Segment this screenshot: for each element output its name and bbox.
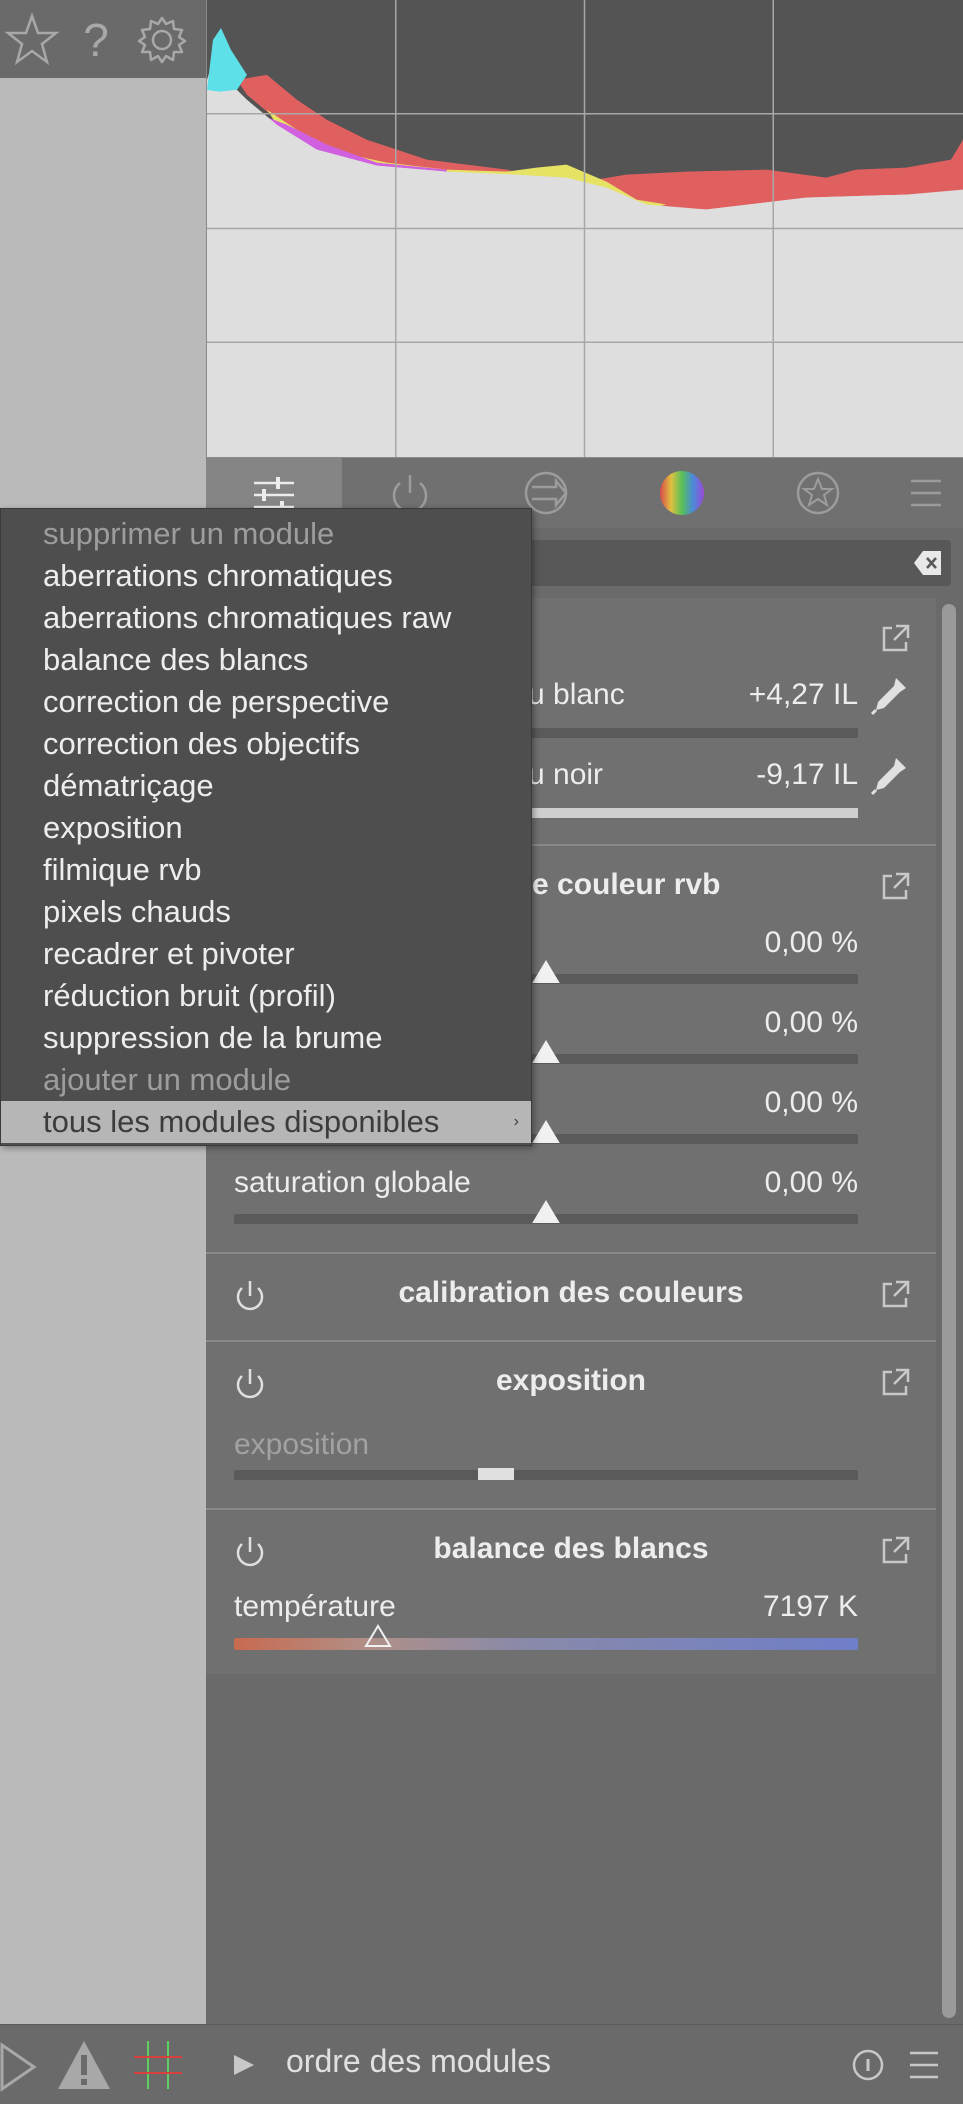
tab-color[interactable] <box>614 458 750 528</box>
menu-item[interactable]: recadrer et pivoter <box>1 933 531 975</box>
eyedropper-icon[interactable] <box>868 674 910 716</box>
menu-item[interactable]: pixels chauds <box>1 891 531 933</box>
slider-value: 0,00 % <box>764 1086 858 1119</box>
popout-icon[interactable] <box>878 622 912 656</box>
module-context-menu: supprimer un module aberrations chromati… <box>0 508 532 1146</box>
black-exposure-fill <box>527 808 858 818</box>
slider-label: u blanc <box>528 678 625 711</box>
slider-value: 0,00 % <box>764 1006 858 1039</box>
info-icon[interactable] <box>844 2035 892 2095</box>
menu-item[interactable]: balance des blancs <box>1 639 531 681</box>
slider-marker[interactable] <box>532 960 560 984</box>
help-icon[interactable]: ? <box>66 10 126 70</box>
menu-item[interactable]: réduction bruit (profil) <box>1 975 531 1017</box>
menu-item[interactable]: aberrations chromatiques <box>1 555 531 597</box>
eyedropper-icon[interactable] <box>868 754 910 796</box>
submenu-arrow-icon: › <box>513 1113 519 1130</box>
bottom-bar: ordre des modules <box>0 2024 963 2104</box>
gamut-warning-icon[interactable] <box>54 2035 114 2095</box>
menu-item-all-modules[interactable]: tous les modules disponibles › <box>1 1101 531 1143</box>
module-header[interactable]: calibration des couleurs <box>206 1254 936 1334</box>
menu-item-label: tous les modules disponibles <box>43 1104 440 1139</box>
gear-icon[interactable] <box>132 10 192 70</box>
menu-item-add-module: ajouter un module <box>43 1062 292 1097</box>
help-glyph: ? <box>83 14 109 66</box>
module-title: exposition <box>495 1364 646 1397</box>
module-panel-scrollbar[interactable] <box>942 604 956 2018</box>
slider-value: 0,00 % <box>764 926 858 959</box>
exposure-slider[interactable] <box>234 1468 858 1480</box>
menu-item[interactable]: correction de perspective <box>1 681 531 723</box>
slider-label: saturation globale <box>234 1166 471 1199</box>
slider-marker[interactable] <box>532 1040 560 1064</box>
black-exposure-value: -9,17 IL <box>756 758 858 791</box>
popout-icon[interactable] <box>878 1278 912 1312</box>
star-icon[interactable] <box>2 10 62 70</box>
soft-proof-icon[interactable] <box>0 2035 50 2095</box>
slider-label: exposition <box>234 1428 370 1461</box>
temperature-slider[interactable] <box>234 1624 858 1650</box>
slider-value: 0,00 % <box>764 1166 858 1199</box>
menu-item[interactable]: dématriçage <box>1 765 531 807</box>
popout-icon[interactable] <box>878 870 912 904</box>
menu-item[interactable]: suppression de la brume <box>1 1017 531 1059</box>
tab-effects[interactable] <box>750 458 886 528</box>
menu-item[interactable]: exposition <box>1 807 531 849</box>
menu-item[interactable]: correction des objectifs <box>1 723 531 765</box>
top-toolbar: ? <box>0 0 206 78</box>
menu-icon[interactable] <box>900 2035 948 2095</box>
module-order-label[interactable]: ordre des modules <box>286 2043 551 2080</box>
popout-icon[interactable] <box>878 1534 912 1568</box>
module-exposure: exposition exposition <box>206 1342 936 1510</box>
menu-item-remove-module: supprimer un module <box>43 516 335 551</box>
module-title: calibration des couleurs <box>398 1276 744 1309</box>
exposure-handle[interactable] <box>478 1468 515 1480</box>
backspace-clear-icon[interactable] <box>913 549 943 577</box>
slider-marker[interactable] <box>532 1120 560 1144</box>
temperature-value: 7197 K <box>762 1590 858 1623</box>
module-color-calibration: calibration des couleurs <box>206 1254 936 1342</box>
guides-icon[interactable] <box>128 2035 188 2095</box>
module-header[interactable]: balance des blancs <box>206 1510 936 1590</box>
menu-item[interactable]: aberrations chromatiques raw <box>1 597 531 639</box>
module-title: e couleur rvb <box>532 868 721 901</box>
hamburger-icon <box>910 479 941 507</box>
temperature-marker[interactable] <box>363 1624 392 1648</box>
histogram[interactable] <box>206 0 963 458</box>
module-title: balance des blancs <box>433 1532 709 1565</box>
module-header[interactable]: exposition <box>206 1342 936 1422</box>
color-wheel-icon <box>660 471 704 515</box>
global-saturation-slider[interactable] <box>234 1200 858 1224</box>
popout-icon[interactable] <box>878 1366 912 1400</box>
expand-triangle-icon[interactable] <box>222 2035 266 2095</box>
effects-icon <box>796 471 840 515</box>
slider-label: u noir <box>528 758 604 791</box>
slider-label: température <box>234 1590 396 1623</box>
tab-presets-menu[interactable] <box>886 458 963 528</box>
module-white-balance: balance des blancs température 7197 K <box>206 1510 936 1674</box>
menu-item[interactable]: filmique rvb <box>1 849 531 891</box>
white-exposure-value: +4,27 IL <box>748 678 858 711</box>
slider-marker[interactable] <box>532 1200 560 1224</box>
